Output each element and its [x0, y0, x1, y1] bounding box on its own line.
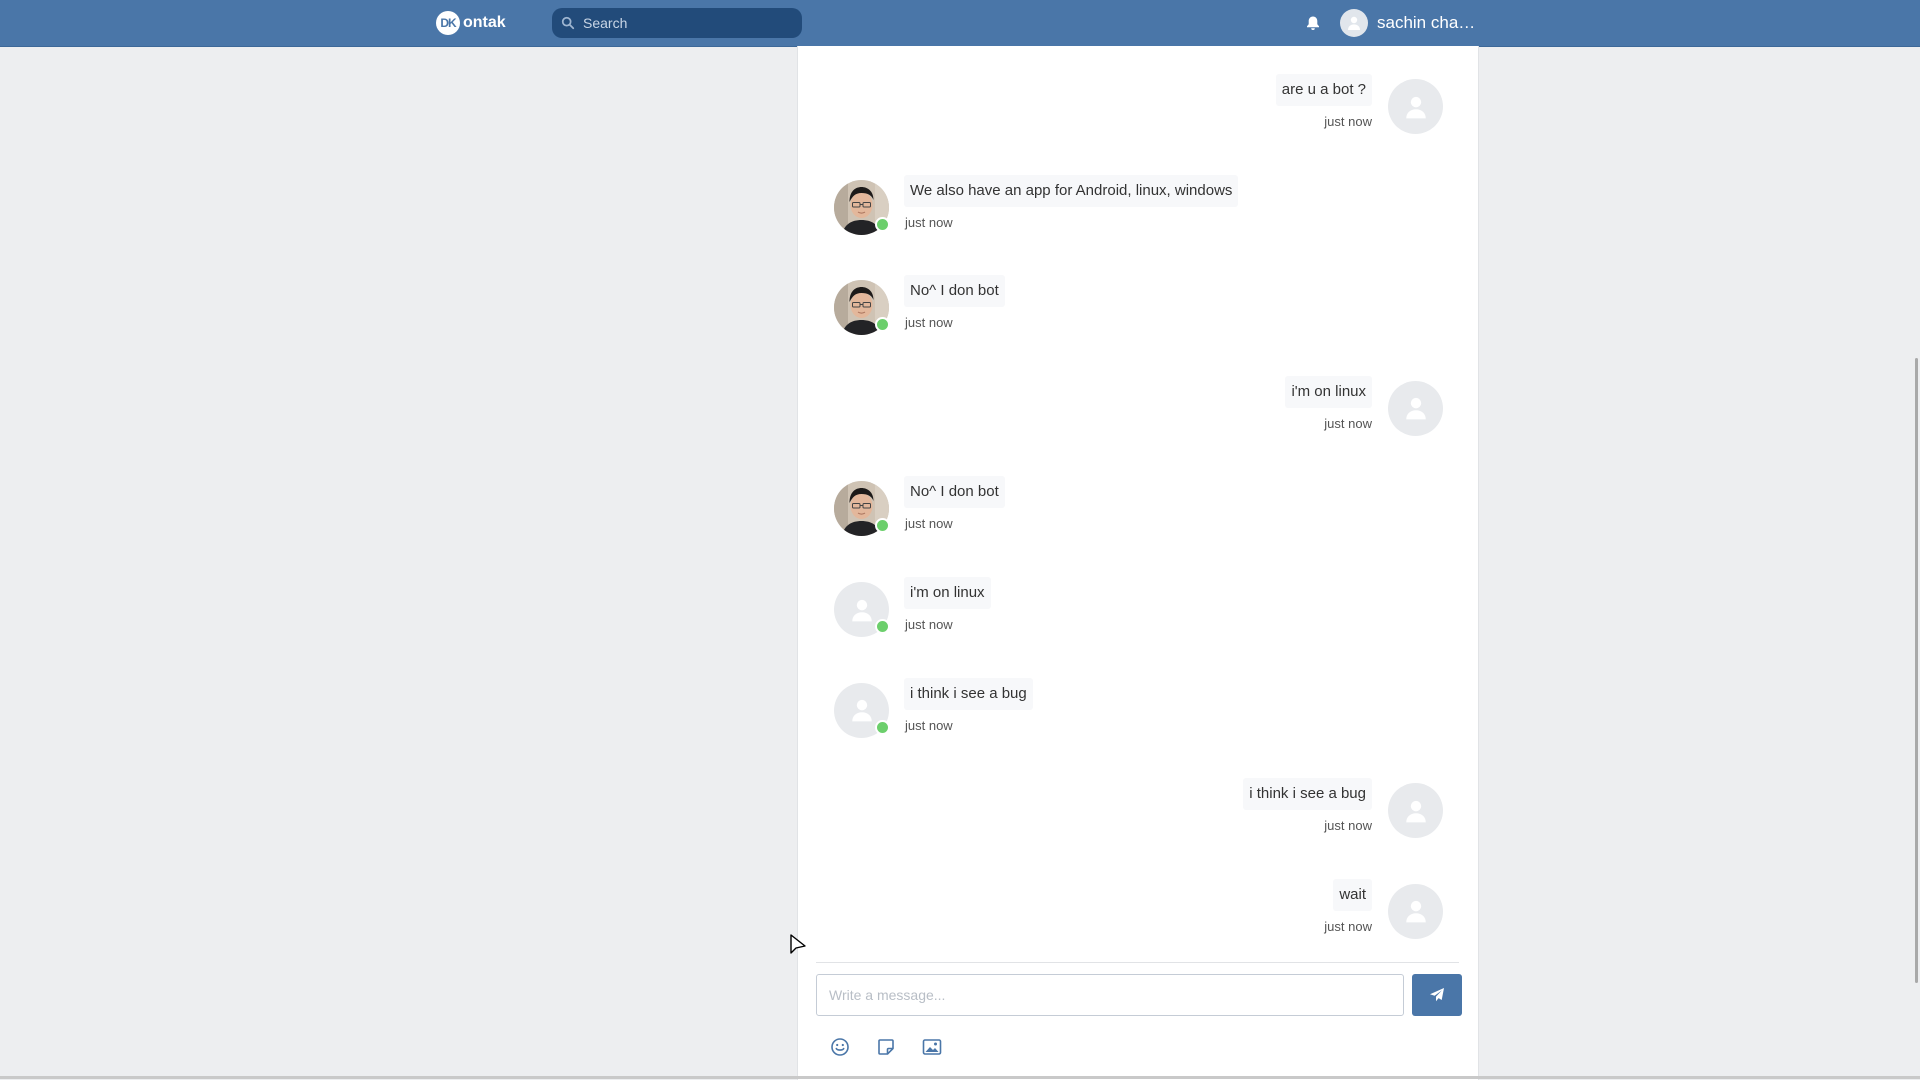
logo[interactable]: DK ontak	[436, 11, 506, 35]
message-time[interactable]: just now	[905, 617, 953, 632]
online-indicator	[875, 216, 890, 232]
message-text: i'm on linux	[904, 577, 991, 609]
send-button[interactable]	[1412, 974, 1462, 1016]
avatar[interactable]	[1388, 883, 1443, 939]
emoji-button[interactable]	[828, 1036, 852, 1058]
logo-text: ontak	[463, 14, 506, 31]
message-row: No^ I don bot just now	[798, 476, 1478, 556]
avatar[interactable]	[834, 179, 890, 235]
avatar[interactable]	[1388, 783, 1443, 839]
bottom-edge	[0, 1076, 1920, 1079]
cursor-icon	[790, 934, 806, 954]
message-text: wait	[1333, 878, 1372, 911]
online-indicator	[875, 317, 890, 333]
message-row: i'm on linux just now	[798, 577, 1478, 657]
message-text: are u a bot ?	[1275, 74, 1372, 106]
emoji-icon	[831, 1038, 849, 1056]
send-icon	[1430, 988, 1444, 1002]
sticker-button[interactable]	[874, 1036, 898, 1058]
message-text: i'm on linux	[1285, 375, 1372, 408]
logo-mark: DK	[436, 11, 460, 35]
divider	[816, 962, 1459, 963]
user-icon	[1405, 96, 1426, 118]
message-time[interactable]: just now	[1324, 818, 1372, 833]
top-bar: DK ontak sachin cha…	[0, 0, 1920, 47]
image-icon	[922, 1039, 942, 1055]
search-icon	[561, 16, 575, 30]
user-icon	[1405, 800, 1426, 823]
message-row: We also have an app for Android, linux, …	[798, 174, 1478, 255]
notifications-button[interactable]	[1303, 13, 1323, 33]
avatar[interactable]	[834, 582, 890, 637]
message-text: i think i see a bug	[904, 677, 1033, 710]
avatar[interactable]	[1388, 380, 1443, 436]
message-text: No^ I don bot	[904, 476, 1005, 509]
message-input[interactable]	[816, 974, 1404, 1016]
search-box[interactable]	[552, 8, 802, 38]
message-row: wait just now	[798, 878, 1478, 959]
message-time[interactable]: just now	[905, 516, 953, 531]
avatar[interactable]	[834, 280, 890, 336]
profile-menu[interactable]: sachin cha…	[1340, 8, 1475, 38]
search-input[interactable]	[581, 14, 785, 32]
online-indicator	[875, 719, 890, 735]
user-icon	[1405, 398, 1426, 420]
user-icon	[1405, 901, 1426, 923]
photo-button[interactable]	[920, 1036, 944, 1058]
avatar[interactable]	[1388, 79, 1443, 134]
message-text: i think i see a bug	[1243, 778, 1372, 811]
avatar[interactable]	[834, 682, 890, 738]
user-icon	[851, 599, 872, 621]
message-row: No^ I don bot just now	[798, 275, 1478, 355]
message-time[interactable]: just now	[905, 315, 953, 330]
message-row: i think i see a bug just now	[798, 677, 1478, 758]
user-icon	[1348, 16, 1360, 30]
message-text: No^ I don bot	[904, 275, 1005, 308]
message-time[interactable]: just now	[1324, 114, 1372, 129]
avatar[interactable]	[834, 481, 890, 537]
message-time[interactable]: just now	[905, 718, 953, 733]
message-row: i think i see a bug just now	[798, 778, 1478, 858]
chat-panel: are u a bot ? just now We also have an app…	[797, 46, 1479, 1080]
message-time[interactable]: just now	[905, 215, 953, 230]
sticker-icon	[878, 1039, 894, 1055]
avatar	[1340, 9, 1368, 37]
bell-icon	[1307, 16, 1319, 30]
message-row: i'm on linux just now	[798, 375, 1478, 456]
message-time[interactable]: just now	[1324, 416, 1372, 431]
message-text: We also have an app for Android, linux, …	[904, 174, 1239, 207]
scrollbar-thumb[interactable]	[1915, 358, 1918, 983]
message-row: are u a bot ? just now	[798, 74, 1478, 154]
message-time[interactable]: just now	[1324, 919, 1372, 934]
online-indicator	[875, 619, 890, 634]
user-icon	[851, 700, 872, 722]
user-name: sachin cha…	[1377, 13, 1476, 32]
online-indicator	[875, 518, 890, 534]
